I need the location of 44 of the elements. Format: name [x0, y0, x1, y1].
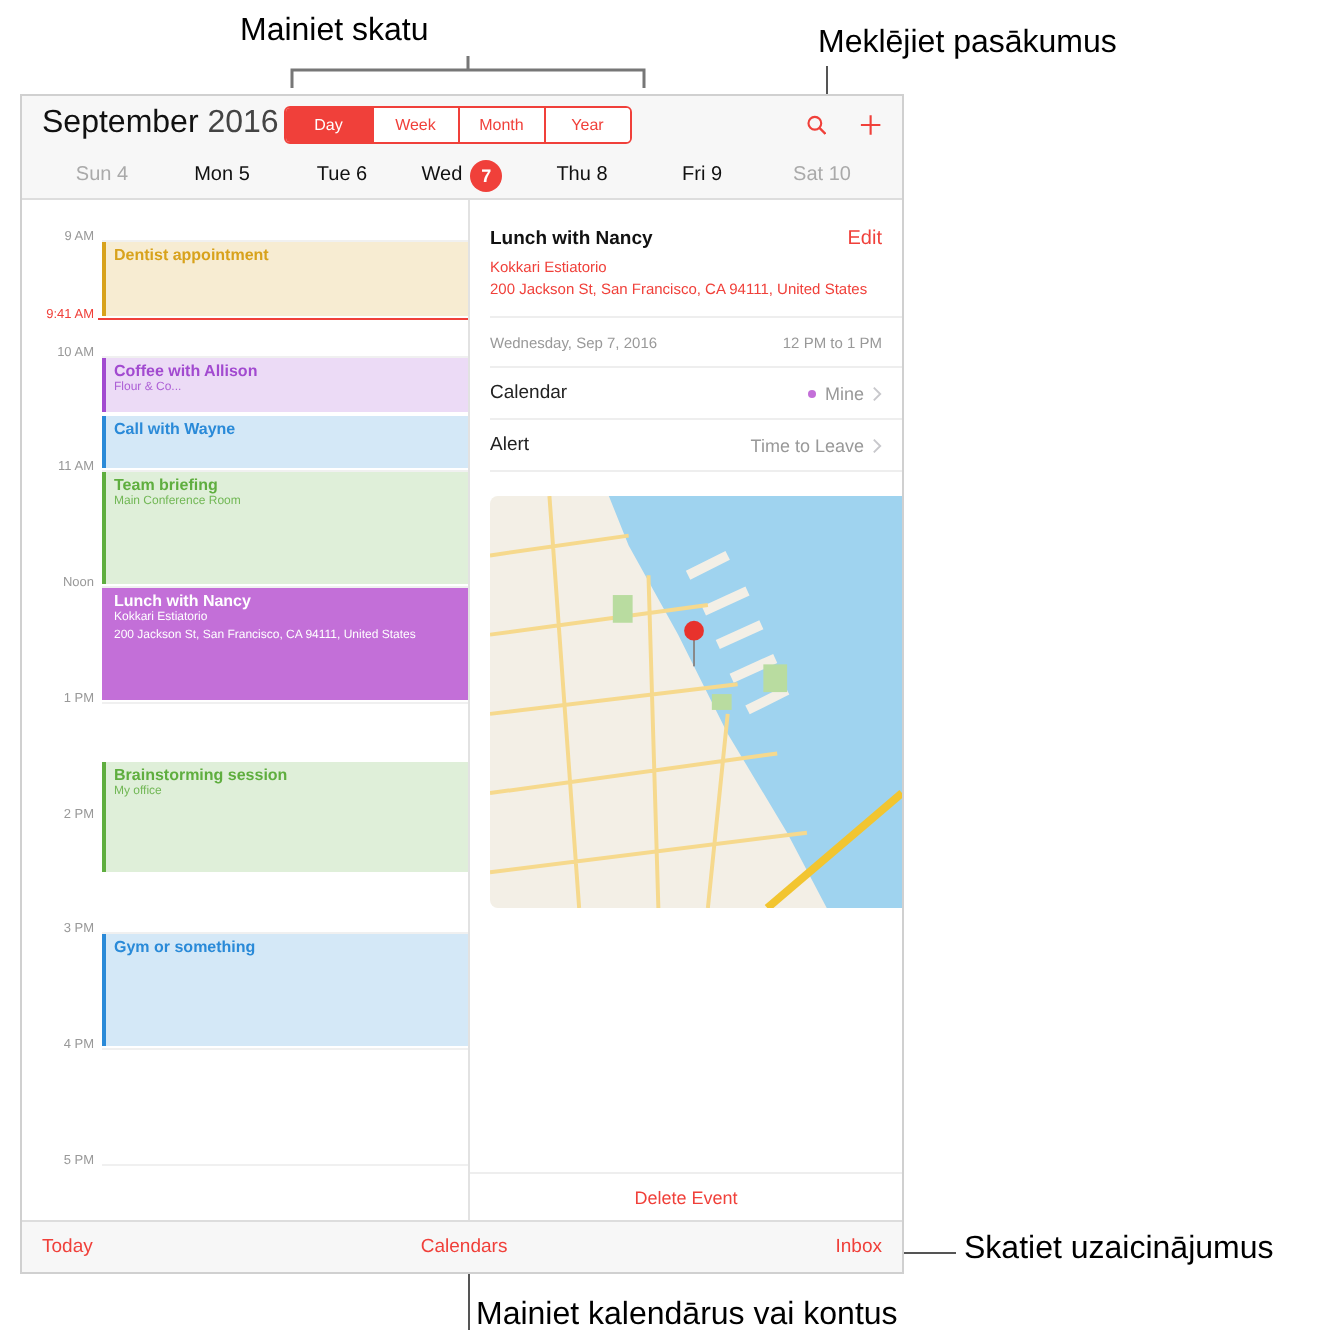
callout-label: Mainiet kalendārus vai kontus	[476, 1296, 898, 1336]
event-title: Gym or something	[114, 938, 258, 957]
event-block[interactable]: Dentist appointment	[102, 242, 468, 317]
day-label[interactable]: Tue 6	[316, 164, 368, 186]
event-block[interactable]: Call with Wayne	[102, 415, 468, 469]
day-label[interactable]: Sun 4	[75, 164, 129, 186]
view-tab[interactable]: Week	[371, 107, 458, 141]
callout-label: Skatiet uzaicinājumus	[964, 1230, 1274, 1270]
event-title: Lunch with Nancy	[490, 228, 653, 250]
row-value: Mine	[824, 383, 864, 403]
toolbar-button[interactable]: Calendars	[420, 1236, 508, 1258]
detail-row[interactable]: Alert Time to Leave	[490, 420, 902, 472]
day-label[interactable]: Fri 9	[682, 164, 722, 186]
view-tab[interactable]: Year	[543, 107, 630, 141]
toolbar-button[interactable]: Inbox	[835, 1236, 882, 1258]
view-tab[interactable]: Month	[457, 107, 544, 141]
day-label[interactable]: Sat 10	[793, 164, 851, 186]
chevron-icon	[872, 385, 882, 401]
event-title: Call with Wayne	[114, 419, 238, 438]
event-title: Lunch with Nancy	[114, 592, 253, 611]
view-tab[interactable]: Day	[285, 107, 372, 141]
chevron-icon	[872, 437, 882, 453]
add-icon[interactable]	[860, 113, 882, 135]
day-label[interactable]: Wed	[421, 164, 463, 186]
callout-label: Meklējiet pasākumus	[818, 24, 1117, 64]
event-title: Brainstorming session	[114, 765, 290, 784]
search-icon[interactable]	[805, 113, 827, 135]
event-block[interactable]: Gym or something	[102, 934, 468, 1046]
row-label: Calendar	[490, 382, 568, 404]
row-label: Alert	[490, 434, 530, 456]
detail-row[interactable]: Calendar Mine	[490, 368, 902, 420]
month-title: September 2016	[42, 106, 281, 142]
today-badge[interactable]: 7	[470, 159, 503, 191]
row-value: Time to Leave	[750, 435, 864, 455]
day-label[interactable]: Mon 5	[194, 164, 250, 186]
event-title: Team briefing	[114, 476, 220, 495]
event-title: Coffee with Allison	[114, 361, 260, 380]
leader-line	[904, 1252, 956, 1254]
day-label[interactable]: Thu 8	[556, 164, 608, 186]
callout-label: Mainiet skatu	[240, 12, 429, 52]
leader-line	[468, 1274, 470, 1330]
event-title: Dentist appointment	[114, 246, 271, 264]
edit-button[interactable]: Edit	[847, 228, 882, 250]
toolbar-button[interactable]: Today	[42, 1236, 93, 1258]
